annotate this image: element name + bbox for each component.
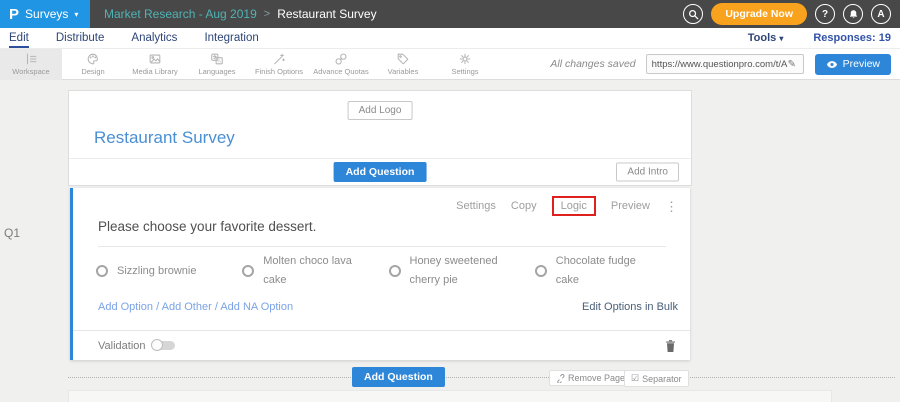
question-settings-link[interactable]: Settings [456, 200, 496, 212]
tab-edit[interactable]: Edit [9, 28, 29, 48]
surveys-product-menu[interactable]: P Surveys ▾ [0, 0, 90, 28]
breadcrumb-separator: > [264, 8, 270, 20]
search-icon [688, 9, 699, 20]
survey-url-input[interactable] [652, 59, 788, 70]
add-na-option-link[interactable]: Add NA Option [220, 301, 293, 313]
eye-icon [826, 60, 838, 69]
question-copy-link[interactable]: Copy [511, 200, 537, 212]
question-footer: Validation [73, 330, 690, 360]
toolbar-item-advance-quotas[interactable]: Advance Quotas [310, 49, 372, 80]
preview-label: Preview [843, 58, 880, 70]
magic-wand-icon [272, 52, 286, 66]
delete-question-button[interactable] [664, 339, 677, 353]
gear-icon [458, 52, 472, 66]
notifications-button[interactable] [843, 4, 863, 24]
page-break-divider [68, 377, 895, 378]
validation-label: Validation [98, 340, 146, 352]
toolbar-item-workspace[interactable]: Workspace [0, 49, 62, 80]
edit-options-in-bulk-link[interactable]: Edit Options in Bulk [582, 301, 678, 313]
unlink-icon [556, 374, 565, 383]
add-intro-button[interactable]: Add Intro [616, 163, 679, 182]
edit-url-pencil-icon[interactable]: ✎ [788, 59, 796, 70]
toggle-knob [151, 339, 163, 351]
toolbar-item-languages[interactable]: A Languages [186, 49, 248, 80]
top-bar: P Surveys ▾ Market Research - Aug 2019 >… [0, 0, 900, 28]
image-icon [148, 52, 162, 66]
question-logic-link[interactable]: Logic [552, 196, 596, 216]
chevron-down-icon: ▾ [74, 10, 78, 19]
radio-icon[interactable] [96, 265, 108, 277]
question-actions: Settings Copy Logic Preview ⋮ [456, 198, 678, 214]
next-page-section [68, 390, 832, 402]
account-avatar[interactable]: A [871, 4, 891, 24]
toolbar-item-variables[interactable]: Variables [372, 49, 434, 80]
option-sizzling-brownie[interactable]: Sizzling brownie [96, 252, 242, 291]
tag-icon [396, 52, 410, 66]
bell-icon [848, 9, 859, 20]
survey-toolbar: Workspace Design Media Library A Languag… [0, 49, 900, 80]
option-chocolate-fudge-cake[interactable]: Chocolate fudge cake [535, 252, 681, 291]
toolbar-item-settings[interactable]: Settings [434, 49, 496, 80]
tab-analytics[interactable]: Analytics [131, 28, 177, 48]
chevron-down-icon: ▾ [779, 34, 783, 43]
breadcrumb: Market Research - Aug 2019 > Restaurant … [104, 7, 377, 21]
palette-icon [86, 52, 100, 66]
workspace-icon [24, 52, 38, 66]
add-logo-button[interactable]: Add Logo [348, 101, 413, 120]
help-button[interactable]: ? [815, 4, 835, 24]
answer-options: Sizzling brownie Molten choco lava cake … [96, 252, 681, 291]
search-button[interactable] [683, 4, 703, 24]
link-separator: / [156, 301, 159, 313]
option-molten-choco-lava-cake[interactable]: Molten choco lava cake [242, 252, 388, 291]
breadcrumb-folder[interactable]: Market Research - Aug 2019 [104, 7, 257, 21]
topbar-actions: Upgrade Now ? A [683, 3, 900, 25]
option-honey-sweetened-cherry-pie[interactable]: Honey sweetened cherry pie [389, 252, 535, 291]
link-separator: / [215, 301, 218, 313]
preview-button[interactable]: Preview [815, 54, 891, 75]
avatar-initial: A [877, 9, 884, 20]
autosave-status: All changes saved [550, 58, 635, 70]
kebab-menu-icon[interactable]: ⋮ [665, 200, 678, 213]
survey-card-footer: Add Question Add Intro [69, 158, 691, 185]
tab-distribute[interactable]: Distribute [56, 28, 105, 48]
responses-count[interactable]: Responses: 19 [813, 32, 891, 44]
tools-label: Tools [748, 32, 777, 44]
toolbar-item-media-library[interactable]: Media Library [124, 49, 186, 80]
separator-button[interactable]: ☑ Separator [624, 370, 689, 387]
toolbar-item-finish-options[interactable]: Finish Options [248, 49, 310, 80]
option-edit-links: Add Option / Add Other / Add NA Option [98, 301, 293, 313]
toolbar-right: All changes saved ✎ Preview [550, 54, 900, 75]
add-question-button-bottom[interactable]: Add Question [352, 367, 445, 387]
checkbox-checked-icon: ☑ [631, 373, 639, 384]
validation-toggle[interactable] [153, 341, 175, 350]
question-preview-link[interactable]: Preview [611, 200, 650, 212]
chain-links-icon [334, 52, 348, 66]
menubar-right: Tools ▾ Responses: 19 [748, 32, 891, 44]
question-text[interactable]: Please choose your favorite dessert. [98, 219, 666, 247]
radio-icon[interactable] [242, 265, 254, 277]
question-card: Settings Copy Logic Preview ⋮ Please cho… [70, 188, 690, 360]
survey-title[interactable]: Restaurant Survey [94, 128, 235, 148]
tools-menu[interactable]: Tools ▾ [748, 32, 784, 44]
radio-icon[interactable] [389, 265, 401, 277]
survey-url-box: ✎ [646, 54, 804, 74]
questionpro-logo: P [9, 7, 19, 22]
radio-icon[interactable] [535, 265, 547, 277]
main-tabs: Edit Distribute Analytics Integration [9, 28, 259, 48]
trash-icon [664, 339, 677, 353]
question-number: Q1 [4, 226, 20, 240]
add-option-link[interactable]: Add Option [98, 301, 153, 313]
separator-label: Separator [642, 374, 682, 384]
upgrade-now-button[interactable]: Upgrade Now [711, 3, 807, 25]
add-other-link[interactable]: Add Other [162, 301, 212, 313]
translate-icon: A [210, 52, 224, 66]
tab-integration[interactable]: Integration [204, 28, 258, 48]
add-question-button-top[interactable]: Add Question [334, 162, 427, 182]
menu-bar: Edit Distribute Analytics Integration To… [0, 28, 900, 49]
toolbar-item-design[interactable]: Design [62, 49, 124, 80]
breadcrumb-survey-name: Restaurant Survey [277, 7, 376, 21]
product-menu-label: Surveys [25, 7, 68, 21]
survey-header-card: Add Logo Restaurant Survey Add Question … [68, 90, 692, 186]
help-icon: ? [822, 9, 828, 20]
